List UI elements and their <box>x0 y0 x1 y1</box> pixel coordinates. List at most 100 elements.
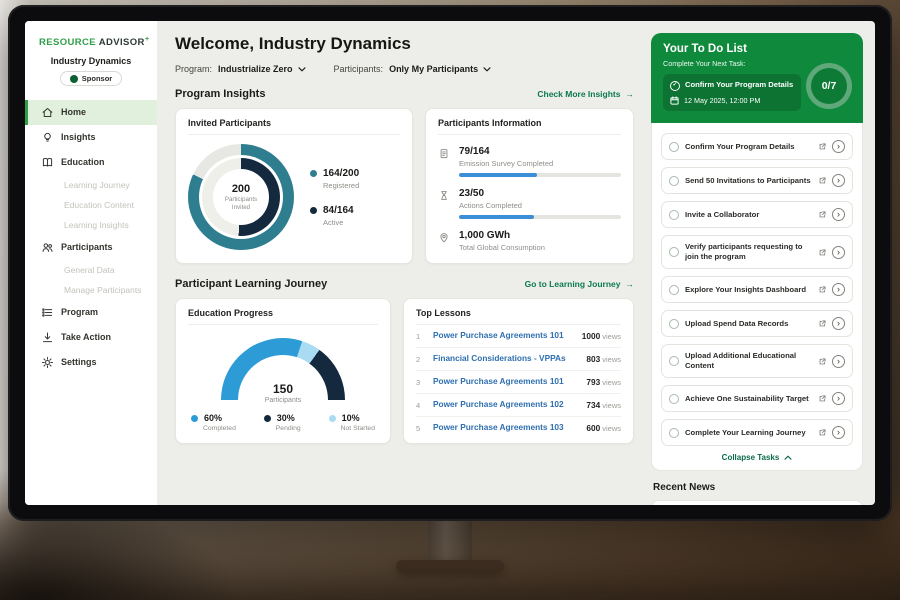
lesson-row: 1 Power Purchase Agreements 101 1000view… <box>416 325 621 348</box>
chevron-right-icon[interactable]: › <box>832 246 845 259</box>
sidebar-item-education-content[interactable]: Education Content <box>25 195 157 215</box>
go-to-learning-journey-link[interactable]: Go to Learning Journey → <box>525 279 634 289</box>
task-item[interactable]: Complete Your Learning Journey › <box>661 419 853 446</box>
chevron-right-icon[interactable]: › <box>832 208 845 221</box>
sidebar-item-label: Home <box>61 107 86 117</box>
sidebar-item-label: Insights <box>61 132 96 142</box>
sidebar-item-learning-journey[interactable]: Learning Journey <box>25 175 157 195</box>
sidebar-item-label: Take Action <box>61 332 111 342</box>
donut-center-value: 200 <box>232 183 250 195</box>
chevron-right-icon[interactable]: › <box>832 426 845 439</box>
sidebar-item-label: Education <box>61 157 105 167</box>
sidebar-item-program[interactable]: Program <box>25 300 157 325</box>
gauge-center-label: Participants <box>221 397 345 404</box>
lesson-row: 2 Financial Considerations - VPPAs 803vi… <box>416 348 621 371</box>
sponsor-badge[interactable]: Sponsor <box>60 71 122 86</box>
lesson-link[interactable]: Power Purchase Agreements 101 <box>433 377 578 387</box>
completed-dot <box>191 415 198 422</box>
task-checkbox[interactable] <box>669 428 679 438</box>
lesson-row: 3 Power Purchase Agreements 101 793views <box>416 371 621 394</box>
section-title: Participant Learning Journey <box>175 278 327 290</box>
task-checkbox[interactable] <box>669 319 679 329</box>
main-content: Welcome, Industry Dynamics Program: Indu… <box>157 21 647 505</box>
task-checkbox[interactable] <box>669 356 679 366</box>
org-block: Industry Dynamics Sponsor <box>25 56 157 96</box>
task-item[interactable]: Confirm Your Program Details › <box>661 133 853 160</box>
lesson-link[interactable]: Power Purchase Agreements 103 <box>433 423 578 433</box>
program-insights-header: Program Insights Check More Insights → <box>175 88 634 100</box>
lesson-link[interactable]: Power Purchase Agreements 102 <box>433 400 578 410</box>
check-more-insights-link[interactable]: Check More Insights → <box>537 89 634 99</box>
task-checkbox[interactable] <box>669 285 679 295</box>
task-item[interactable]: Invite a Collaborator › <box>661 201 853 228</box>
legend-item-not-started: 10% Not Started <box>329 413 375 432</box>
task-checkbox[interactable] <box>669 394 679 404</box>
sidebar-item-label: General Data <box>64 265 115 275</box>
chevron-right-icon[interactable]: › <box>832 140 845 153</box>
sidebar-item-take-action[interactable]: Take Action <box>25 325 157 350</box>
sidebar-item-label: Program <box>61 307 98 317</box>
page-title: Welcome, Industry Dynamics <box>175 34 634 54</box>
task-item[interactable]: Achieve One Sustainability Target › <box>661 385 853 412</box>
external-link-icon <box>819 320 826 327</box>
sidebar-item-home[interactable]: Home <box>25 100 157 125</box>
sidebar-nav: Home Insights Education Learning Journey… <box>25 100 157 375</box>
legend-item-completed: 60% Completed <box>191 413 236 432</box>
info-row-consumption: 1,000 GWh Total Global Consumption <box>438 230 621 252</box>
sidebar-item-manage-participants[interactable]: Manage Participants <box>25 280 157 300</box>
check-circle-icon: ✓ <box>670 81 680 91</box>
external-link-icon <box>819 358 826 365</box>
external-link-icon <box>819 211 826 218</box>
chevron-right-icon[interactable]: › <box>832 174 845 187</box>
chevron-right-icon[interactable]: › <box>832 317 845 330</box>
info-row-actions: 23/50 Actions Completed <box>438 188 621 219</box>
hourglass-icon <box>438 189 450 219</box>
task-item[interactable]: Send 50 Invitations to Participants › <box>661 167 853 194</box>
chevron-right-icon[interactable]: › <box>832 392 845 405</box>
task-item[interactable]: Verify participants requesting to join t… <box>661 235 853 269</box>
task-item[interactable]: Upload Spend Data Records › <box>661 310 853 337</box>
chevron-down-icon <box>483 67 491 72</box>
sidebar-item-learning-insights[interactable]: Learning Insights <box>25 215 157 235</box>
chevron-right-icon[interactable]: › <box>832 283 845 296</box>
sidebar-item-general-data[interactable]: General Data <box>25 260 157 280</box>
task-item[interactable]: Upload Additional Educational Content › <box>661 344 853 378</box>
sidebar-item-participants[interactable]: Participants <box>25 235 157 260</box>
monitor-bezel: RESOURCE ADVISOR+ Industry Dynamics Spon… <box>8 5 892 521</box>
collapse-tasks-link[interactable]: Collapse Tasks <box>661 453 853 462</box>
recent-news-title: Recent News <box>651 482 863 493</box>
task-item[interactable]: Explore Your Insights Dashboard › <box>661 276 853 303</box>
emission-progress-bar <box>459 173 621 177</box>
gauge-legend: 60% Completed 30% Pending 10% Not Starte… <box>188 413 378 432</box>
card-title: Participants Information <box>438 118 621 135</box>
sidebar-item-insights[interactable]: Insights <box>25 125 157 150</box>
program-select[interactable]: Industrialize Zero <box>218 64 306 74</box>
lesson-link[interactable]: Power Purchase Agreements 101 <box>433 331 574 341</box>
action-arrow-icon <box>41 331 54 344</box>
learning-journey-header: Participant Learning Journey Go to Learn… <box>175 278 634 290</box>
participants-select[interactable]: Only My Participants <box>389 64 491 74</box>
task-checkbox[interactable] <box>669 142 679 152</box>
external-link-icon <box>819 249 826 256</box>
lesson-link[interactable]: Financial Considerations - VPPAs <box>433 354 578 364</box>
sidebar-item-settings[interactable]: Settings <box>25 350 157 375</box>
legend-item-pending: 30% Pending <box>264 413 301 432</box>
task-checkbox[interactable] <box>669 176 679 186</box>
section-title: Program Insights <box>175 88 265 100</box>
legend-item-registered: 164/200 Registered <box>310 168 359 190</box>
gear-icon <box>41 356 54 369</box>
external-link-icon <box>819 286 826 293</box>
task-checkbox[interactable] <box>669 247 679 257</box>
external-link-icon <box>819 395 826 402</box>
chevron-right-icon[interactable]: › <box>832 355 845 368</box>
location-pin-icon <box>438 231 450 252</box>
arrow-right-icon: → <box>626 279 635 289</box>
sidebar-item-education[interactable]: Education <box>25 150 157 175</box>
book-icon <box>41 156 54 169</box>
logo-advisor: ADVISOR <box>99 37 145 48</box>
card-title: Education Progress <box>188 308 378 325</box>
participants-information-card: Participants Information 79/164 Emission… <box>425 108 634 264</box>
education-progress-card: Education Progress 150 Participants 60% <box>175 298 391 444</box>
next-task-box[interactable]: ✓ Confirm Your Program Details 12 May 20… <box>663 74 801 111</box>
task-checkbox[interactable] <box>669 210 679 220</box>
